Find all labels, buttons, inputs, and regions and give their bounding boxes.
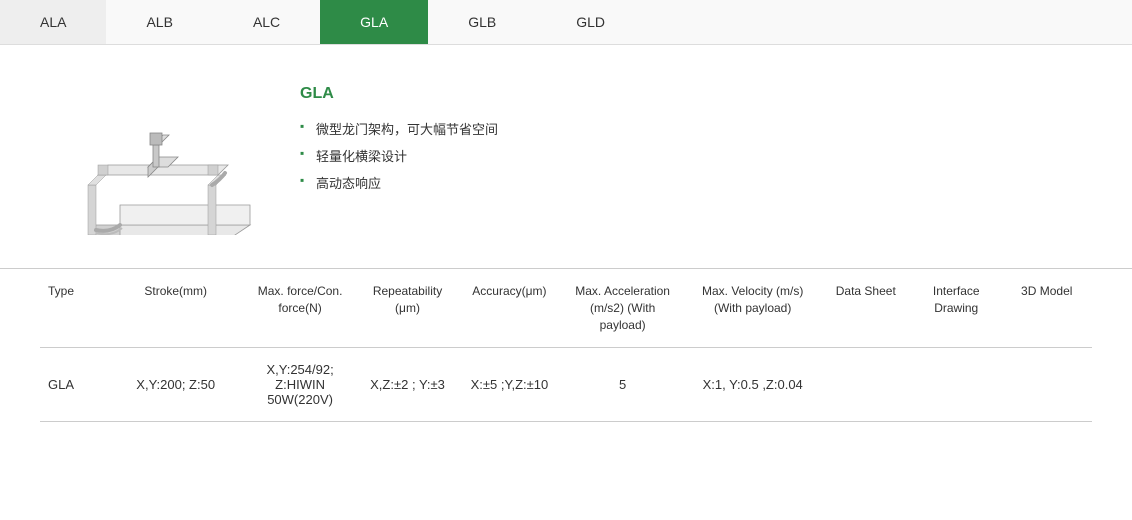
feature-3: 高动态响应: [300, 173, 1092, 192]
cell-acceleration: 5: [560, 348, 684, 422]
cell-datasheet: [821, 348, 911, 422]
th-datasheet: Data Sheet: [821, 269, 911, 348]
product-title: GLA: [300, 85, 1092, 103]
th-stroke: Stroke(mm): [108, 269, 244, 348]
table-row: GLA X,Y:200; Z:50 X,Y:254/92; Z:HIWIN 50…: [40, 348, 1092, 422]
product-info: GLA 微型龙门架构，可大幅节省空间 轻量化横梁设计 高动态响应: [300, 75, 1092, 200]
th-repeatability: Repeatability (μm): [357, 269, 459, 348]
tab-bar: ALA ALB ALC GLA GLB GLD: [0, 0, 1132, 45]
th-acceleration: Max. Acceleration (m/s2) (With payload): [560, 269, 684, 348]
th-model: 3D Model: [1001, 269, 1092, 348]
tab-gla[interactable]: GLA: [320, 0, 428, 44]
cell-stroke: X,Y:200; Z:50: [108, 348, 244, 422]
product-section: GLA 微型龙门架构，可大幅节省空间 轻量化横梁设计 高动态响应: [0, 45, 1132, 258]
product-image: [40, 75, 260, 238]
th-type: Type: [40, 269, 108, 348]
cell-force: X,Y:254/92; Z:HIWIN 50W(220V): [244, 348, 357, 422]
cell-velocity: X:1, Y:0.5 ,Z:0.04: [685, 348, 821, 422]
table-header-row: Type Stroke(mm) Max. force/Con. force(N)…: [40, 269, 1092, 348]
cell-drawing: [911, 348, 1001, 422]
tab-alc[interactable]: ALC: [213, 0, 320, 44]
specs-table: Type Stroke(mm) Max. force/Con. force(N)…: [40, 269, 1092, 422]
cell-repeatability: X,Z:±2 ; Y:±3: [357, 348, 459, 422]
cell-model: [1001, 348, 1092, 422]
tab-alb[interactable]: ALB: [106, 0, 212, 44]
cell-accuracy: X:±5 ;Y,Z:±10: [458, 348, 560, 422]
tab-gld[interactable]: GLD: [536, 0, 645, 44]
tab-glb[interactable]: GLB: [428, 0, 536, 44]
product-features: 微型龙门架构，可大幅节省空间 轻量化横梁设计 高动态响应: [300, 119, 1092, 192]
th-drawing: Interface Drawing: [911, 269, 1001, 348]
th-velocity: Max. Velocity (m/s) (With payload): [685, 269, 821, 348]
cell-type: GLA: [40, 348, 108, 422]
table-section: Type Stroke(mm) Max. force/Con. force(N)…: [0, 268, 1132, 452]
th-force: Max. force/Con. force(N): [244, 269, 357, 348]
feature-2: 轻量化横梁设计: [300, 146, 1092, 165]
product-svg: [40, 75, 260, 235]
tab-ala[interactable]: ALA: [0, 0, 106, 44]
feature-1: 微型龙门架构，可大幅节省空间: [300, 119, 1092, 138]
th-accuracy: Accuracy(μm): [458, 269, 560, 348]
